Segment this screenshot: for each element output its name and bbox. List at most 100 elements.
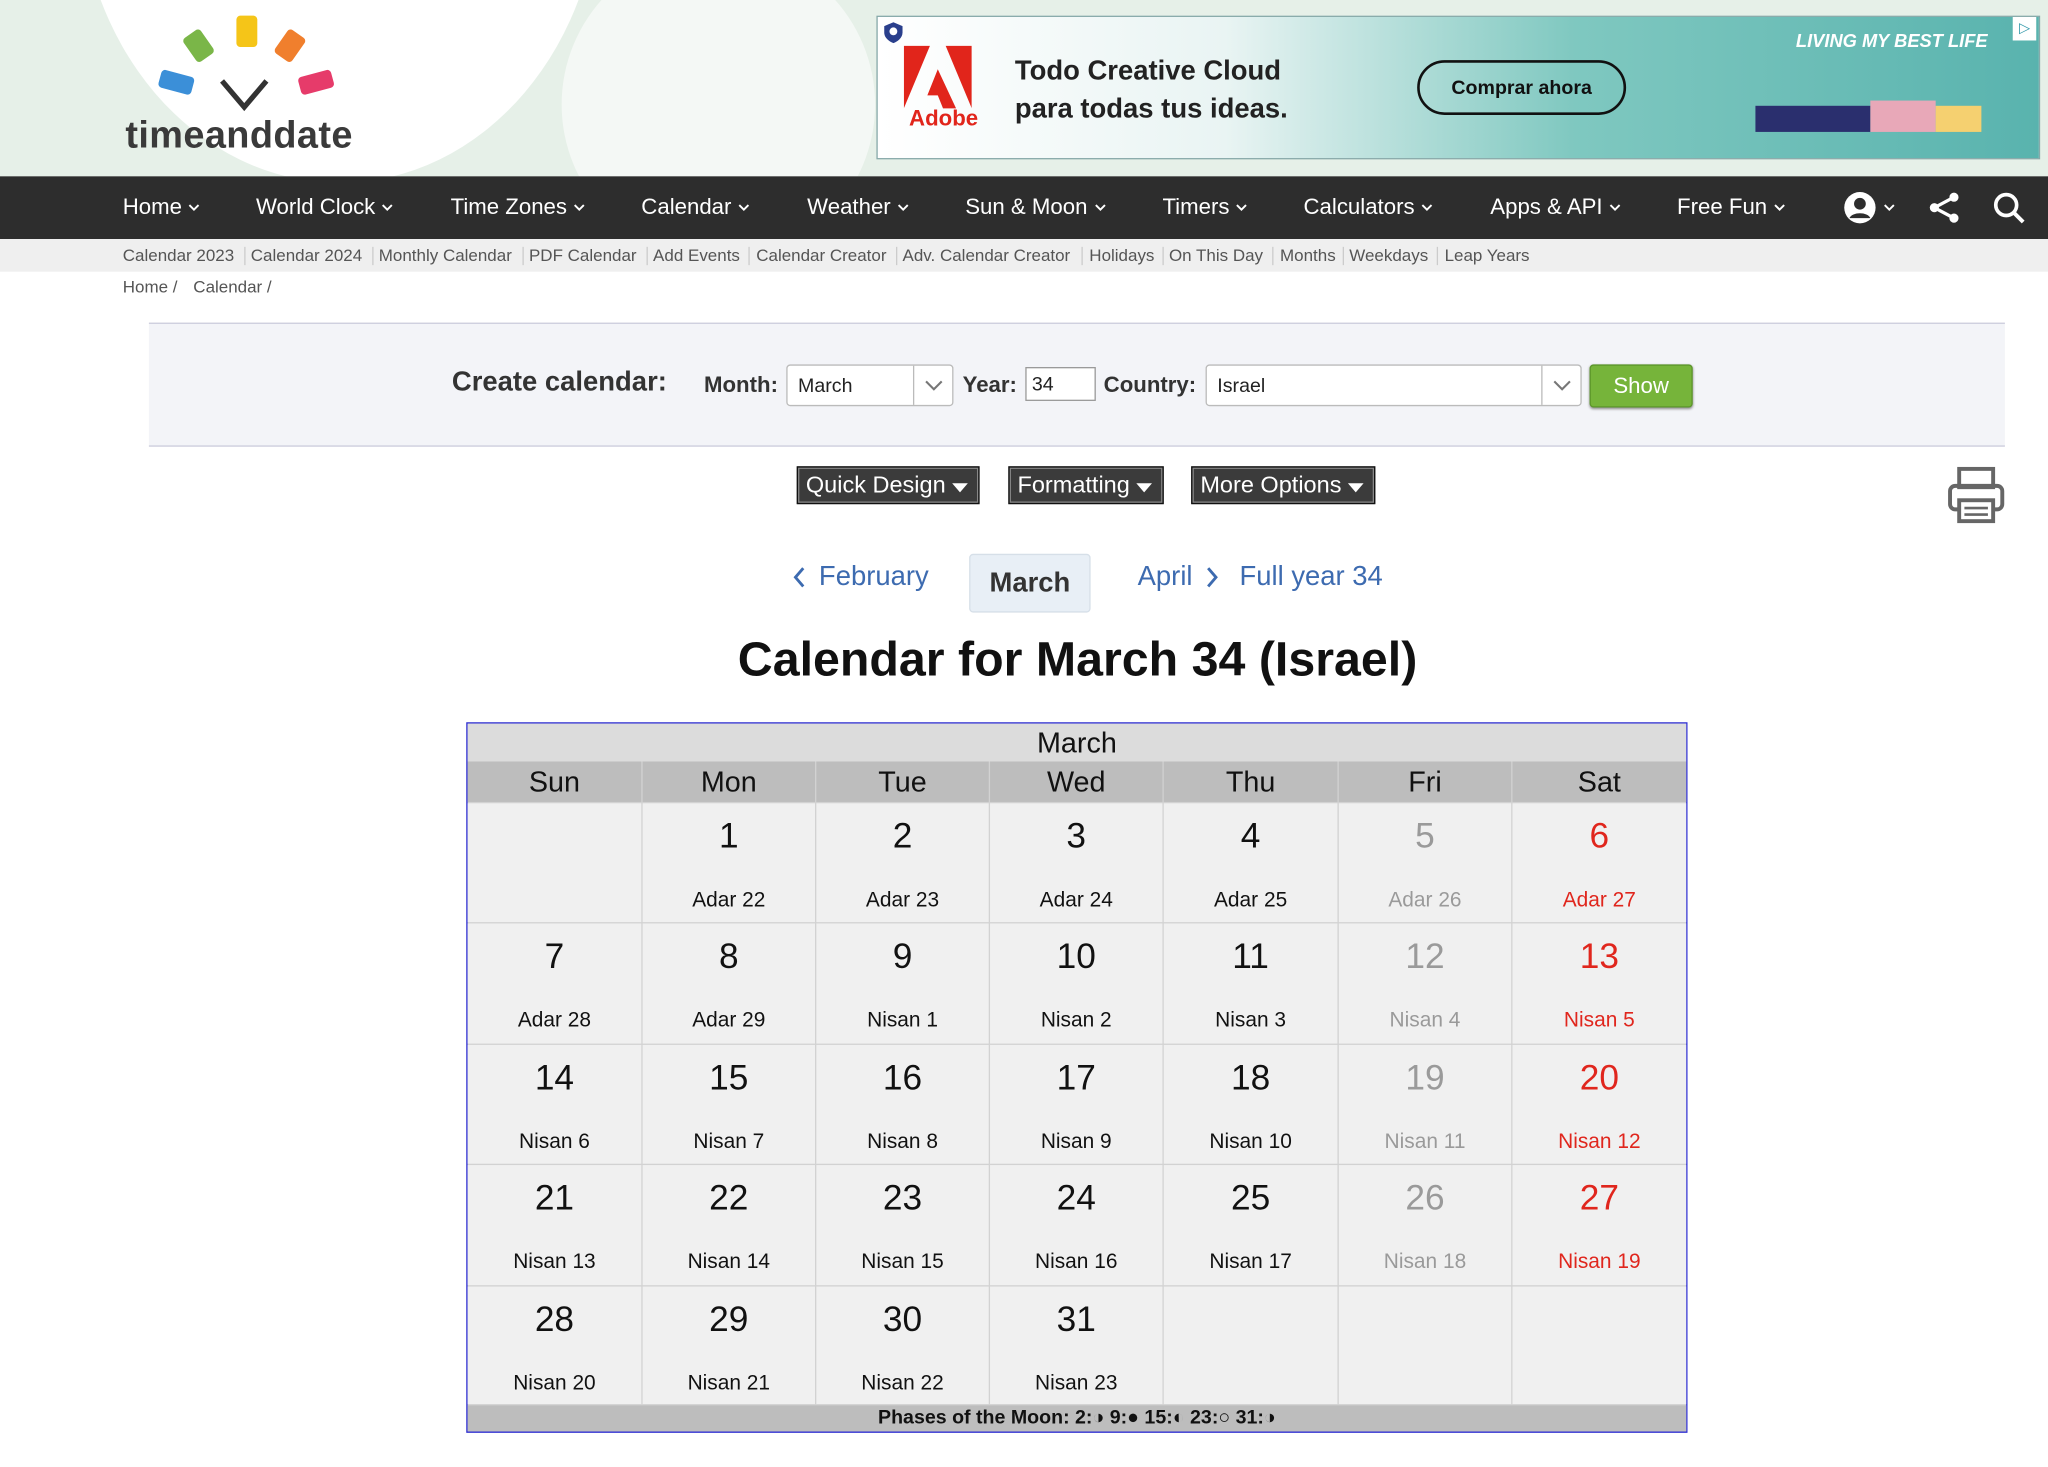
day-number: 28: [534, 1299, 575, 1339]
nav-apps-api[interactable]: Apps & API: [1490, 176, 1621, 239]
calendar-day-cell: 23 Nisan 15: [816, 1165, 989, 1286]
subnav-calendar-2023[interactable]: Calendar 2023: [123, 246, 234, 266]
weekday-header: Wed: [990, 761, 1163, 802]
prev-month-link[interactable]: February: [792, 562, 929, 593]
subnav-adv-calendar-creator[interactable]: Adv. Calendar Creator: [903, 246, 1071, 266]
ad-shield-icon: [884, 22, 903, 44]
subnav-pdf-calendar[interactable]: PDF Calendar: [529, 246, 637, 266]
nav-label: Calendar: [641, 194, 732, 220]
search-icon[interactable]: [1992, 191, 2026, 225]
chevron-down-icon: [738, 204, 750, 212]
hebrew-date: Nisan 19: [1558, 1251, 1641, 1274]
nav-home[interactable]: Home: [123, 176, 201, 239]
current-month-tab[interactable]: March: [969, 553, 1091, 613]
subnav-calendar-creator[interactable]: Calendar Creator: [756, 246, 886, 266]
ad-banner[interactable]: Adobe Todo Creative Cloud para todas tus…: [876, 15, 2041, 160]
ad-info-icon[interactable]: ▷: [2012, 16, 2037, 41]
subnav-on-this-day[interactable]: On This Day: [1169, 246, 1263, 266]
ad-line-1: Todo Creative Cloud: [1014, 56, 1282, 87]
next-month-link[interactable]: April: [1138, 562, 1220, 593]
subnav-calendar-2024[interactable]: Calendar 2024: [251, 246, 362, 266]
ad-graphic: [1870, 100, 1936, 132]
hebrew-date: Nisan 11: [1384, 1131, 1466, 1154]
hebrew-date: Adar 23: [865, 889, 940, 912]
nav-timers[interactable]: Timers: [1162, 176, 1248, 239]
calendar-day-cell: 4 Adar 25: [1163, 803, 1338, 923]
day-number: 19: [1405, 1057, 1445, 1098]
hebrew-date: Nisan 16: [1034, 1251, 1118, 1274]
page-title: Calendar for March 34 (Israel): [737, 632, 1418, 686]
day-number: 17: [1056, 1057, 1096, 1098]
subnav-leap-years[interactable]: Leap Years: [1445, 246, 1530, 266]
nav-label: Timers: [1162, 194, 1230, 220]
hebrew-date: Nisan 20: [513, 1372, 596, 1395]
caret-down-icon: [1136, 482, 1153, 492]
nav-label: World Clock: [255, 194, 376, 220]
hebrew-date: Nisan 10: [1209, 1131, 1292, 1154]
subnav-separator: [372, 246, 374, 266]
country-label: Country:: [1103, 372, 1197, 398]
nav-world-clock[interactable]: World Clock: [256, 176, 394, 239]
ad-graphic: [1935, 105, 1982, 132]
weekday-header: Mon: [642, 761, 816, 802]
day-number: 20: [1579, 1057, 1619, 1098]
chevron-right-icon: [1207, 567, 1218, 588]
site-header: timeanddate Adobe Todo Creative Cloud pa…: [0, 0, 2048, 177]
ad-cta-button[interactable]: Comprar ahora: [1417, 60, 1627, 115]
account-icon[interactable]: [1843, 191, 1877, 225]
country-select-value: Israel: [1217, 374, 1266, 397]
quick-design-button[interactable]: Quick Design: [796, 466, 980, 505]
day-number: 31: [1056, 1299, 1096, 1339]
day-number: 26: [1405, 1178, 1445, 1218]
ad-badge: LIVING MY BEST LIFE: [1795, 30, 1988, 51]
nav-label: Home: [122, 194, 183, 220]
calendar-day-cell: 16 Nisan 8: [816, 1044, 989, 1164]
month-select[interactable]: March: [786, 364, 954, 407]
caret-down-icon: [952, 482, 968, 492]
nav-label: Apps & API: [1490, 194, 1603, 220]
weekday-header: Thu: [1163, 761, 1338, 802]
nav-weather[interactable]: Weather: [807, 176, 909, 239]
full-year-link[interactable]: Full year 34: [1240, 562, 1383, 593]
subnav-add-events[interactable]: Add Events: [653, 246, 740, 266]
breadcrumb-calendar[interactable]: Calendar /: [193, 277, 271, 297]
nav-free-fun[interactable]: Free Fun: [1677, 176, 1785, 239]
day-number: 30: [882, 1299, 923, 1339]
subnav-months[interactable]: Months: [1280, 246, 1336, 266]
calendar-empty-cell: [1163, 1286, 1338, 1405]
nav-time-zones[interactable]: Time Zones: [451, 176, 586, 239]
formatting-label: Formatting: [1017, 471, 1130, 498]
breadcrumb-home[interactable]: Home /: [123, 277, 178, 297]
chevron-down-icon: [1541, 365, 1580, 405]
hebrew-date: Nisan 22: [861, 1372, 944, 1395]
formatting-button[interactable]: Formatting: [1008, 466, 1164, 505]
printer-icon[interactable]: [1946, 465, 2006, 525]
day-number: 22: [709, 1178, 749, 1218]
subnav-weekdays[interactable]: Weekdays: [1349, 246, 1428, 266]
more-options-button[interactable]: More Options: [1191, 466, 1376, 505]
calendar-day-cell: 24 Nisan 16: [990, 1165, 1163, 1286]
subnav-separator: [1081, 246, 1083, 266]
hebrew-date: Nisan 14: [687, 1251, 771, 1274]
country-select[interactable]: Israel: [1205, 364, 1582, 407]
hebrew-date: Nisan 1: [867, 1009, 938, 1032]
nav-sun-moon[interactable]: Sun & Moon: [965, 176, 1106, 239]
year-label: Year:: [962, 372, 1017, 398]
weekday-header: Fri: [1338, 761, 1512, 802]
calendar-empty-cell: [1338, 1286, 1512, 1405]
calendar-month-header: March: [467, 723, 1687, 762]
calendar-day-cell: 6 Adar 27: [1512, 803, 1687, 923]
day-number: 21: [534, 1178, 575, 1218]
share-icon[interactable]: [1928, 191, 1962, 225]
page: timeanddate Adobe Todo Creative Cloud pa…: [0, 0, 2048, 1465]
hebrew-date: Nisan 13: [513, 1251, 596, 1274]
show-button[interactable]: Show: [1589, 364, 1693, 408]
chevron-down-icon: [189, 204, 200, 212]
nav-calculators[interactable]: Calculators: [1304, 176, 1433, 239]
subnav-monthly-calendar[interactable]: Monthly Calendar: [379, 246, 512, 266]
subnav-holidays[interactable]: Holidays: [1089, 246, 1154, 266]
nav-calendar[interactable]: Calendar: [641, 176, 750, 239]
year-input[interactable]: 34: [1025, 367, 1096, 401]
nav-label: Calculators: [1303, 194, 1415, 220]
logo-text[interactable]: timeanddate: [125, 115, 352, 158]
